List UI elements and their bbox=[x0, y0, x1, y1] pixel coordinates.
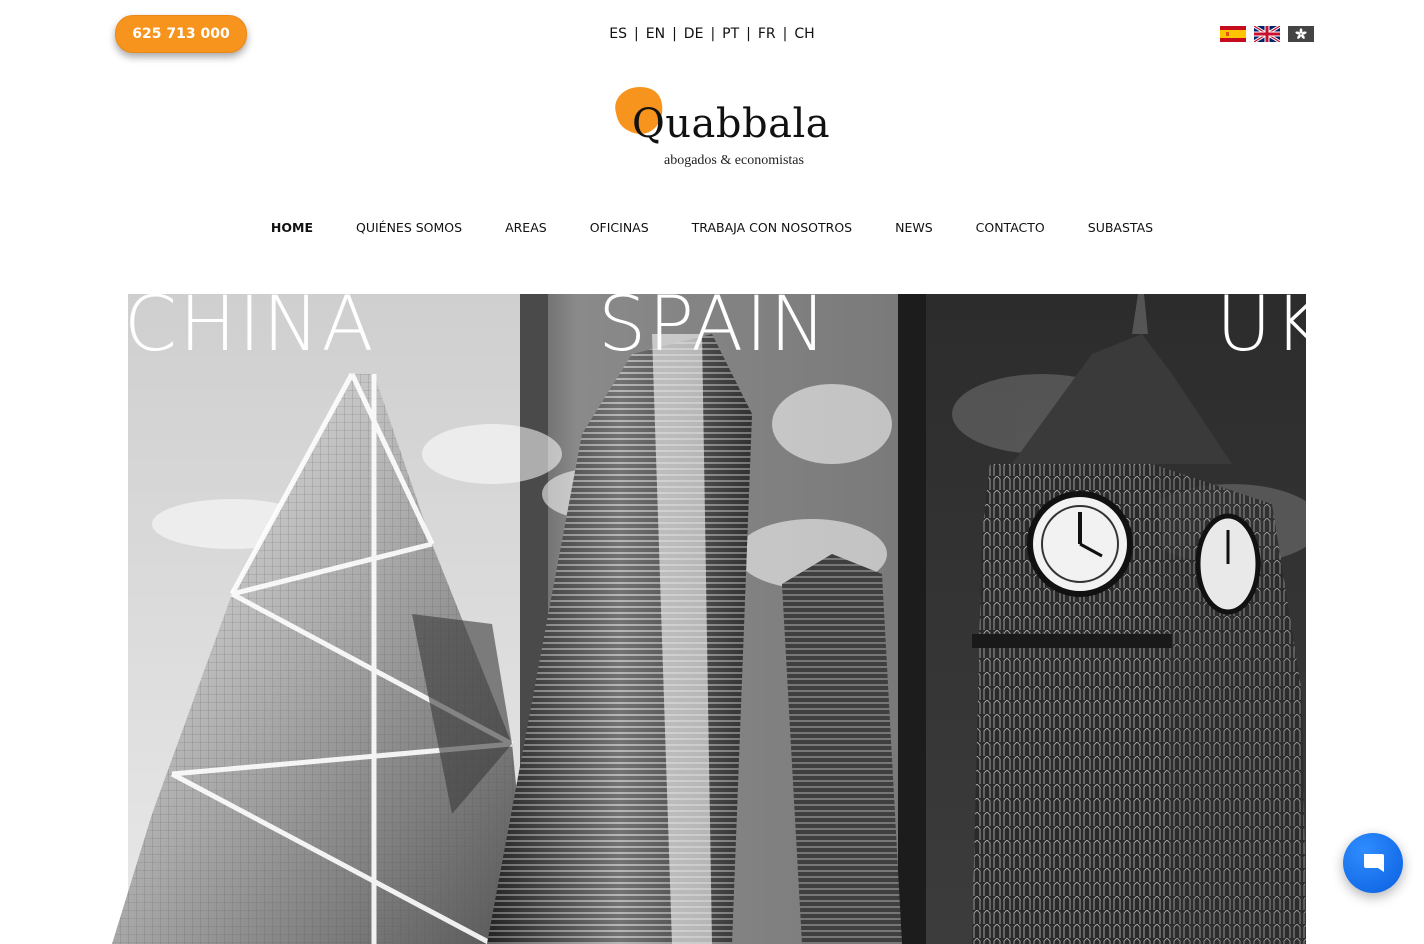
nav-item-quienes-somos[interactable]: QUIÉNES SOMOS bbox=[356, 220, 462, 240]
flag-selector bbox=[1220, 26, 1314, 42]
nav-item-news[interactable]: NEWS bbox=[895, 220, 933, 240]
language-selector: ES | EN | DE | PT | FR | CH bbox=[0, 24, 1424, 44]
chat-button[interactable] bbox=[1343, 833, 1403, 893]
logo-tagline: abogados & economistas bbox=[664, 153, 804, 168]
logo[interactable]: Quabbala abogados & economistas bbox=[606, 83, 830, 175]
nav-item-trabaja-con-nosotros[interactable]: TRABAJA CON NOSOTROS bbox=[692, 220, 852, 240]
lang-separator: | bbox=[634, 26, 639, 42]
logo-brand: Quabbala bbox=[632, 101, 831, 147]
lang-separator: | bbox=[672, 26, 677, 42]
lang-de[interactable]: DE bbox=[682, 26, 706, 42]
uk-flag-icon[interactable] bbox=[1254, 26, 1280, 42]
chat-bubble-icon bbox=[1364, 854, 1384, 872]
hero-label-uk: UK bbox=[1216, 294, 1306, 368]
nav-item-contacto[interactable]: CONTACTO bbox=[976, 220, 1045, 240]
lang-separator: | bbox=[710, 26, 716, 42]
nav-item-subastas[interactable]: SUBASTAS bbox=[1088, 220, 1153, 240]
lang-es[interactable]: ES bbox=[607, 26, 629, 42]
lang-fr[interactable]: FR bbox=[756, 26, 778, 42]
hero-banner: CHINA SPAIN UK bbox=[112, 294, 1306, 944]
lang-en[interactable]: EN bbox=[644, 26, 667, 42]
hong-kong-flag-icon[interactable] bbox=[1288, 26, 1314, 42]
nav-item-oficinas[interactable]: OFICINAS bbox=[590, 220, 649, 240]
hero-image bbox=[112, 294, 1306, 944]
main-nav: HOME QUIÉNES SOMOS AREAS OFICINAS TRABAJ… bbox=[0, 220, 1424, 240]
lang-pt[interactable]: PT bbox=[720, 26, 741, 42]
lang-separator: | bbox=[782, 26, 788, 42]
hero-label-spain: SPAIN bbox=[598, 294, 829, 368]
nav-item-home[interactable]: HOME bbox=[271, 220, 313, 240]
spain-flag-icon[interactable] bbox=[1220, 26, 1246, 42]
lang-separator: | bbox=[746, 26, 751, 42]
nav-item-areas[interactable]: AREAS bbox=[505, 220, 547, 240]
lang-ch[interactable]: CH bbox=[792, 26, 816, 42]
page: 625 713 000 ES | EN | DE | PT | FR | CH bbox=[0, 0, 1424, 944]
hero-label-china: CHINA bbox=[124, 294, 376, 368]
